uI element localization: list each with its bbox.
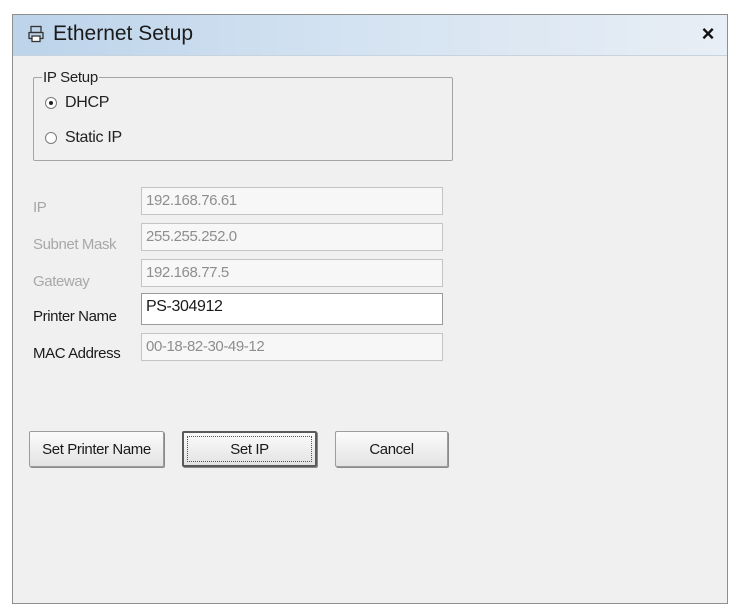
ip-field: 192.168.76.61	[141, 187, 443, 215]
printer-name-input[interactable]: PS-304912	[141, 293, 443, 325]
window-title: Ethernet Setup	[53, 22, 194, 45]
set-printer-name-button[interactable]: Set Printer Name	[29, 431, 164, 467]
cancel-button[interactable]: Cancel	[335, 431, 448, 467]
ip-label: IP	[33, 199, 47, 216]
printer-icon	[27, 25, 45, 43]
radio-dhcp-button[interactable]	[45, 97, 57, 109]
title-bar: Ethernet Setup ×	[13, 15, 727, 56]
set-printer-name-label: Set Printer Name	[42, 440, 151, 458]
focus-rectangle	[187, 436, 312, 462]
set-ip-button[interactable]: Set IP	[182, 431, 317, 467]
radio-static-ip-label: Static IP	[65, 129, 122, 146]
cancel-label: Cancel	[369, 440, 414, 458]
radio-dhcp[interactable]: DHCP	[45, 94, 109, 112]
ethernet-setup-dialog: Ethernet Setup × IP Setup DHCP Static IP…	[12, 14, 728, 604]
radio-static-ip[interactable]: Static IP	[45, 129, 122, 147]
radio-static-ip-button[interactable]	[45, 132, 57, 144]
ip-setup-group: IP Setup	[33, 69, 453, 161]
printer-name-label: Printer Name	[33, 308, 117, 325]
ip-setup-legend: IP Setup	[43, 69, 98, 86]
subnet-mask-label: Subnet Mask	[33, 236, 117, 253]
mac-address-field: 00-18-82-30-49-12	[141, 333, 443, 361]
gateway-label: Gateway	[33, 273, 90, 290]
radio-dhcp-label: DHCP	[65, 94, 110, 111]
subnet-mask-field: 255.255.252.0	[141, 223, 443, 251]
close-icon[interactable]: ×	[699, 23, 717, 45]
mac-address-label: MAC Address	[33, 345, 121, 362]
gateway-field: 192.168.77.5	[141, 259, 443, 287]
